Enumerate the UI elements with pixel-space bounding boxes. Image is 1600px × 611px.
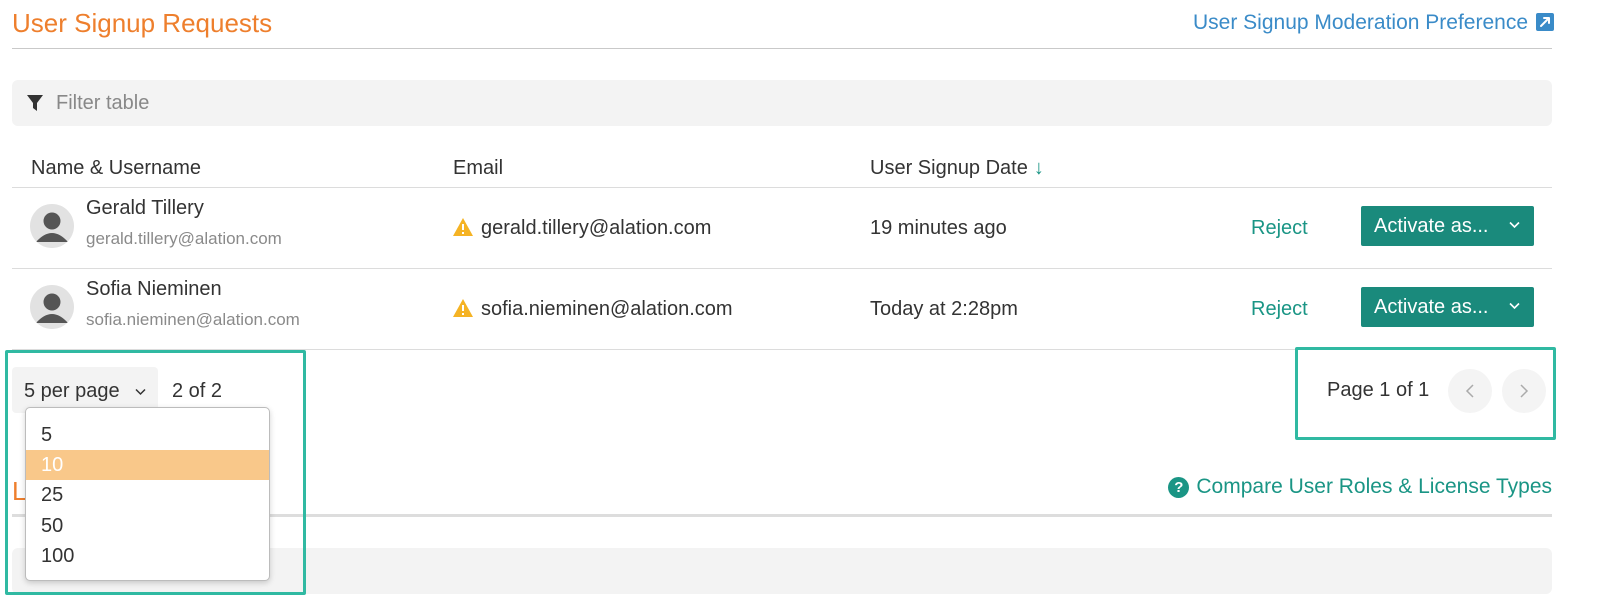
per-page-option-highlighted[interactable]: 10 bbox=[26, 450, 269, 480]
email-text: gerald.tillery@alation.com bbox=[481, 217, 712, 239]
warning-icon bbox=[453, 218, 473, 236]
title-divider bbox=[12, 48, 1552, 49]
per-page-option[interactable]: 100 bbox=[26, 541, 269, 571]
avatar bbox=[30, 285, 74, 329]
column-header-signup-date[interactable]: User Signup Date ↓ bbox=[870, 157, 1044, 180]
per-page-option[interactable]: 5 bbox=[26, 420, 269, 450]
moderation-preference-link[interactable]: User Signup Moderation Preference bbox=[1193, 11, 1554, 35]
user-username: gerald.tillery@alation.com bbox=[86, 229, 282, 248]
per-page-dropdown: 5 10 25 50 100 bbox=[25, 407, 270, 581]
chevron-left-icon bbox=[1465, 384, 1474, 398]
user-username: sofia.nieminen@alation.com bbox=[86, 310, 300, 329]
user-silhouette-icon bbox=[30, 285, 74, 329]
sort-descending-icon: ↓ bbox=[1033, 157, 1044, 179]
per-page-label: 5 per page bbox=[24, 380, 120, 402]
user-name: Sofia Nieminen bbox=[86, 278, 222, 300]
activate-as-label: Activate as... bbox=[1374, 214, 1489, 237]
funnel-icon bbox=[27, 95, 43, 111]
reject-button[interactable]: Reject bbox=[1251, 217, 1308, 240]
per-page-option[interactable]: 50 bbox=[26, 511, 269, 541]
column-header-signup-date-label: User Signup Date bbox=[870, 157, 1028, 179]
column-header-email[interactable]: Email bbox=[453, 157, 503, 180]
compare-roles-link[interactable]: ? Compare User Roles & License Types bbox=[1168, 475, 1552, 499]
signup-date: Today at 2:28pm bbox=[870, 298, 1018, 320]
signup-date: 19 minutes ago bbox=[870, 217, 1007, 239]
activate-as-button[interactable]: Activate as... bbox=[1361, 206, 1534, 246]
user-silhouette-icon bbox=[30, 204, 74, 248]
record-count: 2 of 2 bbox=[172, 380, 223, 402]
chevron-down-icon bbox=[135, 388, 146, 396]
user-name: Gerald Tillery bbox=[86, 197, 204, 219]
chevron-right-icon bbox=[1520, 384, 1529, 398]
page-info: Page 1 of 1 bbox=[1327, 379, 1430, 401]
previous-page-button[interactable] bbox=[1448, 369, 1492, 413]
page-title: User Signup Requests bbox=[12, 8, 273, 38]
email-text: sofia.nieminen@alation.com bbox=[481, 298, 733, 320]
per-page-option[interactable]: 25 bbox=[26, 480, 269, 510]
moderation-preference-label: User Signup Moderation Preference bbox=[1192, 11, 1528, 34]
filter-bar bbox=[12, 80, 1552, 126]
warning-icon bbox=[453, 299, 473, 317]
row-divider bbox=[12, 349, 1552, 350]
header-divider bbox=[12, 187, 1552, 188]
activate-as-button[interactable]: Activate as... bbox=[1361, 287, 1534, 327]
next-page-button[interactable] bbox=[1502, 369, 1546, 413]
reject-button[interactable]: Reject bbox=[1251, 298, 1308, 321]
activate-as-label: Activate as... bbox=[1374, 295, 1489, 318]
external-link-icon bbox=[1536, 13, 1554, 31]
row-divider bbox=[12, 268, 1552, 269]
filter-input[interactable] bbox=[56, 88, 756, 118]
help-icon: ? bbox=[1168, 477, 1190, 498]
chevron-down-icon bbox=[1509, 221, 1520, 229]
chevron-down-icon bbox=[1509, 302, 1520, 310]
avatar bbox=[30, 204, 74, 248]
compare-roles-label: Compare User Roles & License Types bbox=[1196, 475, 1552, 498]
column-header-name[interactable]: Name & Username bbox=[31, 157, 201, 180]
